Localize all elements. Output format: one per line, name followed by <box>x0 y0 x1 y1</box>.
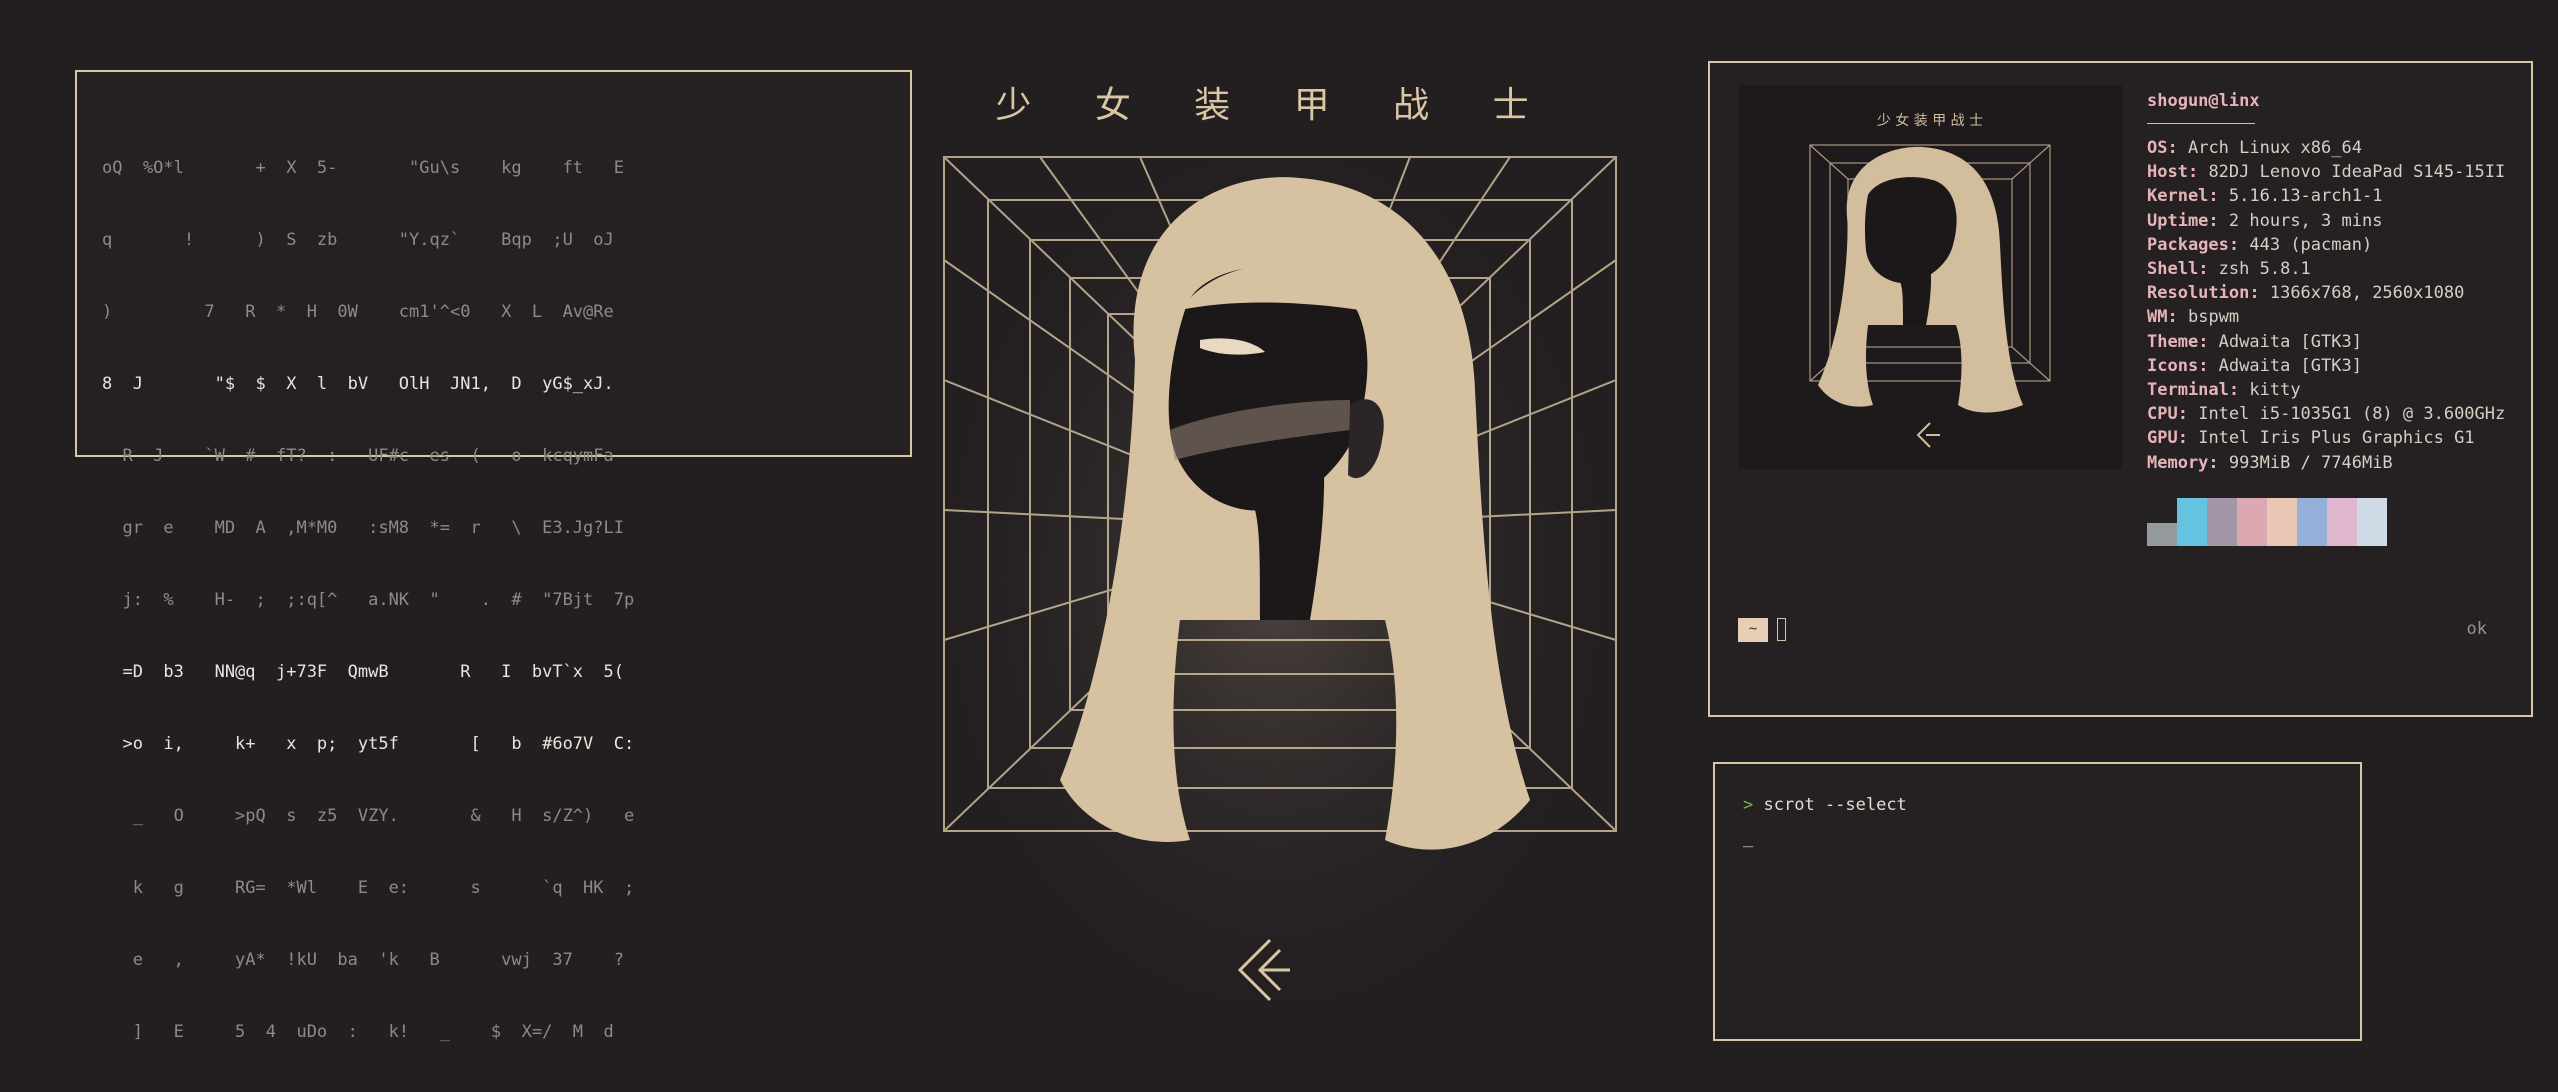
info-row-cpu: CPU: Intel i5-1035G1 (8) @ 3.600GHz <box>2147 404 2506 425</box>
info-label: Shell <box>2147 259 2199 280</box>
neofetch-separator <box>2147 123 2255 124</box>
palette-swatch <box>2207 498 2237 546</box>
palette-swatch <box>2177 498 2207 546</box>
matrix-row: q ! ) S zb "Y.qz` Bqp ;U oJ <box>102 230 614 250</box>
matrix-row: k g RG= *Wl E e: s `q HK ; <box>102 878 635 898</box>
shell-prompt-symbol: ~ <box>1738 618 1768 642</box>
command-text: scrot --select <box>1763 795 1907 815</box>
palette-swatch <box>2297 498 2327 546</box>
wallpaper-artwork: 少 女 装 甲 战 士 <box>930 60 1620 1040</box>
info-label: CPU <box>2147 404 2178 425</box>
info-value: 993MiB / 7746MiB <box>2228 452 2393 473</box>
info-value: Intel i5-1035G1 (8) @ 3.600GHz <box>2198 404 2506 425</box>
matrix-row: gr e MD A ,M*M0 :sM8 *= r \ E3.Jg?LI <box>102 518 624 538</box>
info-label: Kernel <box>2147 186 2209 207</box>
terminal-cursor: _ <box>1743 828 1754 848</box>
palette-swatch <box>2327 498 2357 546</box>
matrix-row: ] E 5 4 uDo : k! _ $ X=/ M d <box>102 1022 614 1042</box>
info-label: Theme <box>2147 331 2199 352</box>
matrix-row: ) 7 R * H 0W cm1'^<0 X L Av@Re <box>102 302 614 322</box>
matrix-rain-window[interactable]: oQ %O*l + X 5- "Gu\s kg ft E q ! ) S zb … <box>75 70 912 1042</box>
info-row-gpu: GPU: Intel Iris Plus Graphics G1 <box>2147 428 2475 449</box>
command-line[interactable]: > scrot --select <box>1743 795 1907 815</box>
info-label: Uptime <box>2147 210 2209 231</box>
matrix-row: 8 J "$ $ X l bV OlH JN1, D yG$_xJ. <box>102 374 614 394</box>
neofetch-user-host: shogun@linx <box>2147 91 2260 111</box>
matrix-row: e , yA* !kU ba 'k B vwj 37 ? <box>102 950 624 970</box>
svg-text:少 女 装 甲 战 士: 少 女 装 甲 战 士 <box>1877 112 1983 129</box>
info-value: 5.16.13-arch1-1 <box>2228 186 2383 207</box>
info-value: Adwaita [GTK3] <box>2218 331 2362 352</box>
info-value: kitty <box>2249 380 2301 401</box>
info-label: Terminal <box>2147 380 2229 401</box>
palette-swatch <box>2357 498 2387 546</box>
matrix-row: =D b3 NN@q j+73F QmwB R I bvT`x 5( <box>102 662 624 682</box>
text-cursor[interactable] <box>1777 618 1786 641</box>
info-label: WM <box>2147 307 2168 328</box>
prompt-status: ok <box>2466 619 2487 639</box>
info-value: 82DJ Lenovo IdeaPad S145-15II <box>2208 162 2506 183</box>
matrix-rain-text: oQ %O*l + X 5- "Gu\s kg ft E q ! ) S zb … <box>102 108 634 1092</box>
info-row-terminal: Terminal: kitty <box>2147 380 2301 401</box>
palette-swatch <box>2147 523 2177 546</box>
matrix-row: R J `W # fT? : UF#c es ( o kcqymFa <box>102 446 614 466</box>
palette-swatch <box>2267 498 2297 546</box>
matrix-row: oQ %O*l + X 5- "Gu\s kg ft E <box>102 158 624 178</box>
info-row-host: Host: 82DJ Lenovo IdeaPad S145-15II <box>2147 162 2506 183</box>
info-row-uptime: Uptime: 2 hours, 3 mins <box>2147 210 2383 231</box>
info-row-theme: Theme: Adwaita [GTK3] <box>2147 331 2362 352</box>
info-value: Adwaita [GTK3] <box>2218 355 2362 376</box>
info-label: OS <box>2147 138 2168 158</box>
neofetch-terminal-window[interactable]: 少 女 装 甲 战 士 shogun@linx OS: Arch Linux x… <box>1708 61 2533 717</box>
info-row-memory: Memory: 993MiB / 7746MiB <box>2147 452 2393 473</box>
info-row-resolution: Resolution: 1366x768, 2560x1080 <box>2147 283 2465 304</box>
prompt-arrow: > <box>1743 795 1754 815</box>
info-value: 1366x768, 2560x1080 <box>2269 283 2465 304</box>
info-row-packages: Packages: 443 (pacman) <box>2147 234 2373 255</box>
info-value: Arch Linux x86_64 <box>2187 138 2362 158</box>
matrix-row: _ O >pQ s z5 VZY. & H s/Z^) e <box>102 806 635 826</box>
info-row-os: OS: Arch Linux x86_64 <box>2147 138 2362 158</box>
info-row-kernel: Kernel: 5.16.13-arch1-1 <box>2147 186 2383 207</box>
info-value: zsh 5.8.1 <box>2218 259 2311 280</box>
info-value: 443 (pacman) <box>2249 234 2373 255</box>
info-label: Memory <box>2147 452 2209 473</box>
info-label: GPU <box>2147 428 2178 449</box>
neofetch-ascii-image: 少 女 装 甲 战 士 <box>1738 85 2122 469</box>
terminal-window[interactable]: > scrot --select _ <box>1713 762 2362 1041</box>
info-row-wm: WM: bspwm <box>2147 307 2240 328</box>
wallpaper-illustration <box>930 110 1620 1040</box>
matrix-row: j: % H- ; ;:q[^ a.NK " . # "7Bjt 7p <box>102 590 635 610</box>
palette-swatch <box>2237 498 2267 546</box>
info-row-icons: Icons: Adwaita [GTK3] <box>2147 355 2362 376</box>
info-label: Resolution <box>2147 283 2250 304</box>
info-label: Icons <box>2147 355 2199 376</box>
info-label: Packages <box>2147 234 2229 255</box>
matrix-row: >o i, k+ x p; yt5f [ b #6o7V C: <box>102 734 635 754</box>
info-value: Intel Iris Plus Graphics G1 <box>2198 428 2475 449</box>
info-value: bspwm <box>2187 307 2240 328</box>
info-value: 2 hours, 3 mins <box>2228 210 2383 231</box>
info-row-shell: Shell: zsh 5.8.1 <box>2147 259 2311 280</box>
info-label: Host <box>2147 162 2188 183</box>
neofetch-info-list: OS: Arch Linux x86_64 Host: 82DJ Lenovo … <box>2147 136 2505 475</box>
